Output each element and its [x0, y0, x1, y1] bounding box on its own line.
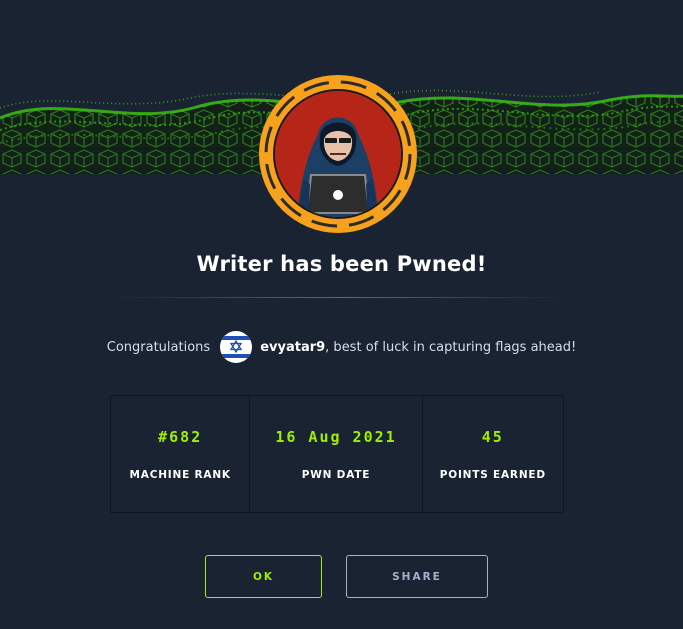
- title-divider: [115, 297, 568, 298]
- stat-label: POINTS EARNED: [439, 469, 546, 481]
- israel-flag-icon: [220, 331, 253, 363]
- congrats-message: Congratulations evyatar9 , best of luck …: [0, 330, 683, 364]
- stat-machine-rank: #682 MACHINE RANK: [111, 396, 249, 512]
- share-button[interactable]: SHARE: [346, 555, 488, 598]
- stat-label: MACHINE RANK: [129, 469, 231, 481]
- stat-value: #682: [158, 428, 203, 446]
- congrats-prefix: Congratulations: [106, 339, 211, 355]
- hooded-hacker-avatar-icon: [259, 75, 417, 233]
- stat-label: PWN DATE: [301, 469, 371, 481]
- congrats-suffix: , best of luck in capturing flags ahead!: [325, 339, 577, 355]
- stat-points-earned: 45 POINTS EARNED: [421, 396, 563, 512]
- stats-panel: #682 MACHINE RANK 16 Aug 2021 PWN DATE 4…: [110, 395, 564, 513]
- stat-value: 45: [481, 428, 504, 446]
- stat-pwn-date: 16 Aug 2021 PWN DATE: [249, 396, 421, 512]
- pwned-title: Writer has been Pwned!: [196, 252, 487, 276]
- username-link[interactable]: evyatar9: [260, 340, 325, 355]
- ok-button[interactable]: OK: [205, 555, 322, 598]
- stat-value: 16 Aug 2021: [275, 428, 397, 446]
- machine-avatar: [258, 74, 418, 234]
